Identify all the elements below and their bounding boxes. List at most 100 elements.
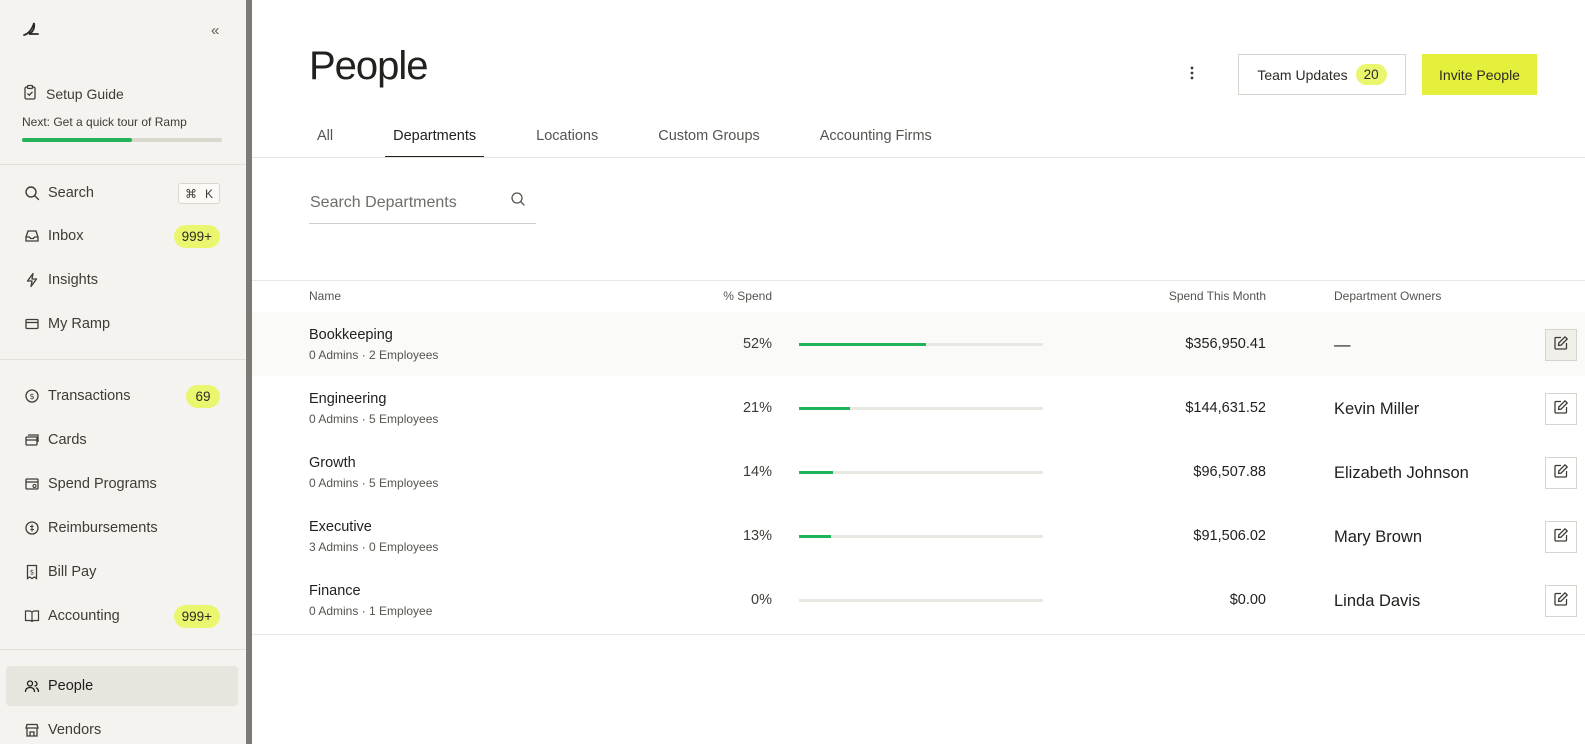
sidebar-item-label: Spend Programs (48, 476, 157, 492)
spend-bar-fill (799, 407, 851, 410)
sidebar-item-badge: 999+ (173, 605, 220, 628)
edit-department-button[interactable] (1545, 329, 1577, 361)
edit-department-button[interactable] (1545, 393, 1577, 425)
edit-icon (1553, 463, 1569, 484)
spend-this-month: $91,506.02 (1193, 528, 1266, 544)
sidebar-item-accounting[interactable]: Accounting 999+ (6, 596, 238, 636)
search-departments-input[interactable] (309, 194, 499, 212)
tab-locations[interactable]: Locations (528, 120, 606, 157)
tab-custom-groups[interactable]: Custom Groups (650, 120, 768, 157)
percent-spend: 52% (742, 336, 772, 352)
column-header-spend-this-month[interactable]: Spend This Month (1112, 289, 1266, 303)
department-name[interactable]: Finance (309, 583, 361, 599)
sidebar: « Setup Guide Next: Get a quick tour of … (0, 0, 246, 744)
page-title: People (309, 44, 429, 88)
sidebar-divider (0, 359, 246, 360)
setup-guide-label: Setup Guide (46, 85, 124, 102)
spend-this-month: $96,507.88 (1193, 464, 1266, 480)
department-owner: Mary Brown (1334, 528, 1423, 546)
table-row[interactable]: Finance 0 Admins · 1 Employee 0% $0.00 L… (252, 568, 1585, 632)
search-shortcut: ⌘ K (177, 183, 220, 204)
column-header-department-owners[interactable]: Department Owners (1334, 289, 1441, 303)
sidebar-item-bill-pay[interactable]: $ Bill Pay (6, 552, 238, 592)
inbox-icon (23, 228, 40, 245)
more-options-icon[interactable] (1182, 62, 1202, 84)
search-icon (23, 185, 40, 202)
department-name[interactable]: Executive (309, 519, 372, 535)
main-content: People Team Updates 20 Invite People All… (252, 0, 1585, 744)
table-row[interactable]: Engineering 0 Admins · 5 Employees 21% $… (252, 376, 1585, 440)
department-name[interactable]: Bookkeeping (309, 327, 393, 343)
svg-text:$: $ (29, 569, 33, 577)
sidebar-item-label: Cards (48, 432, 87, 448)
invite-people-button[interactable]: Invite People (1422, 54, 1537, 95)
setup-progress-bar (22, 138, 222, 142)
department-members: 0 Admins · 5 Employees (309, 412, 439, 426)
department-name[interactable]: Growth (309, 455, 356, 471)
spend-bar (799, 535, 1043, 538)
search-icon[interactable] (510, 191, 528, 209)
sidebar-item-badge: 69 (186, 385, 220, 408)
sidebar-item-label: Transactions (48, 388, 131, 404)
sidebar-divider (0, 649, 246, 650)
table-divider (252, 634, 1585, 635)
tab-all[interactable]: All (309, 120, 341, 157)
department-search (309, 183, 536, 224)
sidebar-item-cards[interactable]: Cards (6, 420, 238, 460)
tabs-divider (252, 157, 1585, 158)
sidebar-item-insights[interactable]: Insights (6, 260, 238, 300)
sidebar-item-spend-programs[interactable]: Spend Programs (6, 464, 238, 504)
table-row[interactable]: Executive 3 Admins · 0 Employees 13% $91… (252, 504, 1585, 568)
sidebar-item-label: Accounting (48, 608, 120, 624)
sidebar-item-people[interactable]: People (6, 666, 238, 706)
table-row[interactable]: Bookkeeping 0 Admins · 2 Employees 52% $… (252, 312, 1585, 376)
edit-icon (1553, 399, 1569, 420)
edit-department-button[interactable] (1545, 521, 1577, 553)
percent-spend: 0% (751, 592, 772, 608)
sidebar-item-badge: 999+ (173, 225, 220, 248)
spend-bar (799, 343, 1043, 346)
edit-icon (1553, 335, 1569, 356)
sidebar-item-transactions[interactable]: $ Transactions 69 (6, 376, 238, 416)
shortcut-key: K (204, 186, 213, 201)
bill-icon: $ (23, 564, 40, 581)
spend-bar (799, 407, 1043, 410)
department-owner: Kevin Miller (1334, 400, 1420, 418)
sidebar-item-inbox[interactable]: Inbox 999+ (6, 216, 238, 256)
dollar-circle-icon: $ (23, 388, 40, 405)
sidebar-item-my-ramp[interactable]: My Ramp (6, 304, 238, 344)
sidebar-item-label: Vendors (48, 722, 102, 738)
edit-icon (1553, 591, 1569, 612)
card-window-icon (23, 316, 40, 333)
team-updates-label: Team Updates (1257, 66, 1348, 83)
edit-department-button[interactable] (1545, 585, 1577, 617)
column-header-percent-spend[interactable]: % Spend (692, 289, 772, 303)
setup-guide[interactable]: Setup Guide Next: Get a quick tour of Ra… (22, 84, 222, 142)
svg-text:$: $ (29, 392, 34, 401)
sidebar-item-label: Search (48, 185, 94, 201)
department-name[interactable]: Engineering (309, 391, 386, 407)
spend-bar-fill (799, 343, 926, 346)
tab-departments[interactable]: Departments (385, 120, 485, 158)
tab-accounting-firms[interactable]: Accounting Firms (812, 120, 940, 157)
edit-department-button[interactable] (1545, 457, 1577, 489)
sidebar-item-label: Reimbursements (48, 520, 158, 536)
department-members: 0 Admins · 5 Employees (309, 476, 439, 490)
sidebar-item-reimbursements[interactable]: Reimbursements (6, 508, 238, 548)
spend-this-month: $0.00 (1229, 592, 1266, 608)
percent-spend: 21% (742, 400, 772, 416)
cards-icon (23, 432, 40, 449)
sidebar-item-search[interactable]: Search ⌘ K (6, 173, 238, 213)
ramp-logo-icon[interactable] (22, 20, 40, 38)
bolt-icon (23, 272, 40, 289)
book-icon (23, 608, 40, 625)
sidebar-item-vendors[interactable]: Vendors (6, 710, 238, 744)
collapse-sidebar-icon[interactable]: « (211, 22, 219, 39)
column-header-name[interactable]: Name (309, 289, 341, 303)
table-row[interactable]: Growth 0 Admins · 5 Employees 14% $96,50… (252, 440, 1585, 504)
spend-program-icon (23, 476, 40, 493)
team-updates-button[interactable]: Team Updates 20 (1238, 54, 1406, 95)
department-owner: — (1334, 336, 1351, 354)
spend-this-month: $356,950.41 (1185, 336, 1266, 352)
spend-bar-fill (799, 535, 831, 538)
